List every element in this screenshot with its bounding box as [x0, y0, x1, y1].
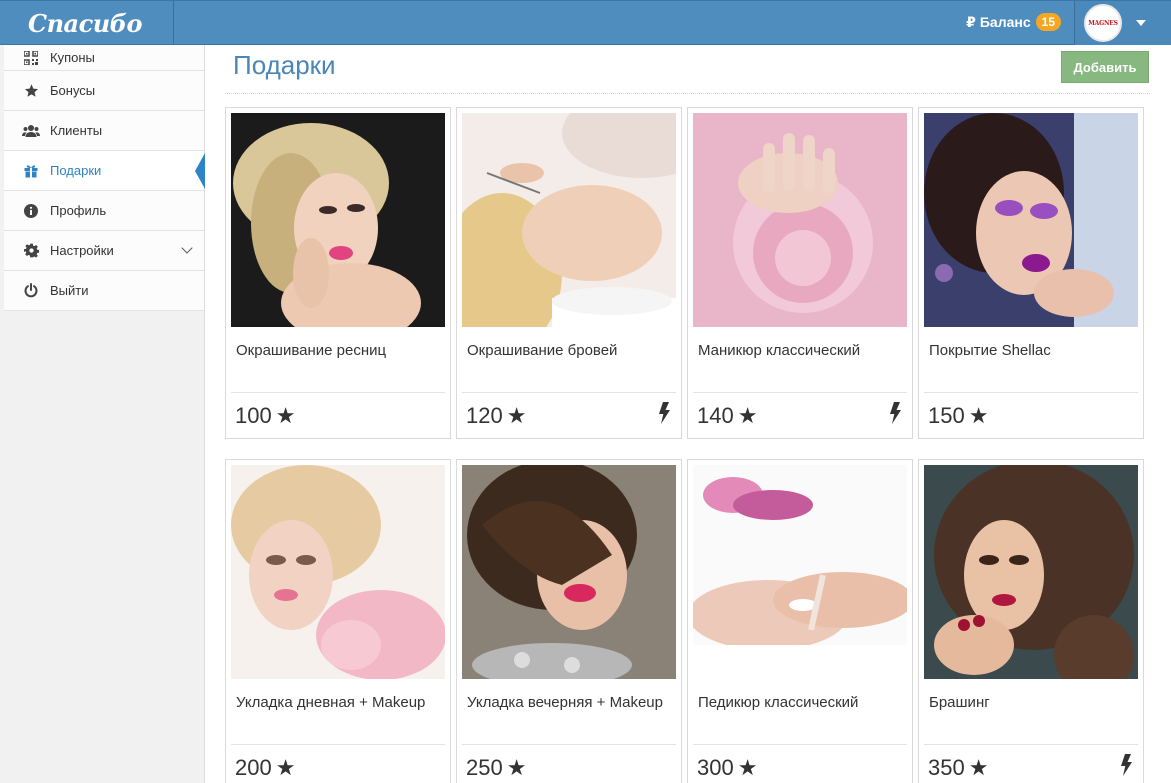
brand-name: Спасибо	[28, 8, 143, 38]
star-icon: ★	[506, 403, 527, 428]
gift-name: Укладка вечерняя + Makeup	[467, 694, 663, 711]
sidebar-item-label: Подарки	[50, 163, 102, 178]
gift-price: 350 ★	[928, 755, 988, 781]
gift-card[interactable]: Укладка дневная + Makeup 200 ★	[225, 459, 451, 783]
gift-photo	[693, 113, 907, 327]
gift-points: 350	[928, 755, 965, 780]
gift-photo	[462, 465, 676, 679]
user-menu-toggle[interactable]: MAGNES	[1074, 1, 1171, 45]
power-icon	[22, 283, 40, 298]
balance-indicator[interactable]: ₽ Баланс 15	[966, 13, 1061, 31]
sidebar-item-bonuses[interactable]: Бонусы	[4, 71, 204, 111]
star-icon: ★	[275, 755, 296, 780]
sidebar-item-label: Клиенты	[50, 123, 103, 138]
avatar-logo-text: MAGNES	[1088, 19, 1118, 27]
gift-points: 250	[466, 755, 503, 780]
star-icon: ★	[275, 403, 296, 428]
gift-price: 140 ★	[697, 403, 757, 429]
sidebar-item-label: Настройки	[50, 243, 114, 258]
sidebar-item-clients[interactable]: Клиенты	[4, 111, 204, 151]
avatar[interactable]: MAGNES	[1084, 4, 1122, 42]
star-icon	[22, 83, 40, 98]
gift-photo	[231, 465, 445, 679]
brand-logo[interactable]: Спасибо	[0, 1, 174, 45]
gift-photo	[924, 113, 1138, 327]
gift-card[interactable]: Покрытие Shellac 150 ★	[918, 107, 1144, 439]
gift-points: 150	[928, 403, 965, 428]
gift-photo	[924, 465, 1138, 679]
balance-badge: 15	[1035, 13, 1061, 31]
gift-price: 100 ★	[235, 403, 295, 429]
sidebar-item-label: Бонусы	[50, 83, 96, 98]
gift-points: 140	[697, 403, 734, 428]
gift-card[interactable]: Укладка вечерняя + Makeup 250 ★	[456, 459, 682, 783]
gift-card[interactable]: Окрашивание бровей 120 ★	[456, 107, 682, 439]
gift-price: 150 ★	[928, 403, 988, 429]
gift-card[interactable]: Маникюр классический 140 ★	[687, 107, 913, 439]
divider	[693, 392, 907, 393]
sidebar-item-label: Выйти	[50, 283, 89, 298]
main-content: Подарки Добавить Окрашивание ресниц 100 …	[205, 45, 1171, 783]
sidebar-item-label: Купоны	[50, 50, 95, 65]
divider	[462, 744, 676, 745]
balance-label: Баланс	[979, 14, 1031, 30]
divider	[231, 744, 445, 745]
ruble-icon: ₽	[966, 13, 976, 30]
sidebar-item-coupons[interactable]: Купоны	[4, 45, 204, 71]
page-title: Подарки	[233, 50, 336, 80]
bolt-icon	[1120, 754, 1133, 781]
sidebar-item-logout[interactable]: Выйти	[4, 271, 204, 311]
users-icon	[22, 124, 40, 138]
gift-card[interactable]: Брашинг 350 ★	[918, 459, 1144, 783]
gift-points: 200	[235, 755, 272, 780]
sidebar-item-gifts[interactable]: Подарки	[4, 151, 205, 191]
gift-name: Брашинг	[929, 694, 990, 711]
gift-price: 120 ★	[466, 403, 526, 429]
bolt-icon	[658, 402, 671, 429]
gift-name: Педикюр классический	[698, 694, 859, 711]
gift-name: Маникюр классический	[698, 342, 861, 359]
gift-photo	[693, 465, 907, 679]
gift-name: Окрашивание бровей	[467, 342, 618, 359]
divider	[693, 744, 907, 745]
star-icon: ★	[968, 403, 989, 428]
gift-price: 300 ★	[697, 755, 757, 781]
gift-price: 250 ★	[466, 755, 526, 781]
gift-card[interactable]: Окрашивание ресниц 100 ★	[225, 107, 451, 439]
sidebar-item-settings[interactable]: Настройки	[4, 231, 204, 271]
star-icon: ★	[737, 755, 758, 780]
top-navbar: Спасибо ₽ Баланс 15 MAGNES	[0, 0, 1171, 45]
bolt-icon	[889, 402, 902, 429]
sidebar-item-label: Профиль	[50, 203, 107, 218]
chevron-down-icon[interactable]	[1136, 20, 1146, 26]
star-icon: ★	[737, 403, 758, 428]
gift-points: 300	[697, 755, 734, 780]
gift-photo	[462, 113, 676, 327]
star-icon: ★	[506, 755, 527, 780]
qr-code-icon	[22, 50, 40, 65]
chevron-down-icon[interactable]	[181, 242, 193, 254]
divider	[462, 392, 676, 393]
gift-icon	[22, 164, 40, 178]
gift-name: Окрашивание ресниц	[236, 342, 387, 359]
gift-photo	[231, 113, 445, 327]
gift-name: Укладка дневная + Makeup	[236, 694, 426, 711]
sidebar-menu: Купоны Бонусы Клиенты Подарки Профиль На…	[0, 45, 205, 311]
gear-icon	[22, 243, 40, 258]
gift-points: 100	[235, 403, 272, 428]
add-button[interactable]: Добавить	[1061, 51, 1149, 83]
gift-name: Покрытие Shellac	[929, 342, 1051, 359]
title-divider	[225, 93, 1150, 94]
sidebar: Купоны Бонусы Клиенты Подарки Профиль На…	[0, 45, 205, 783]
gift-points: 120	[466, 403, 503, 428]
sidebar-item-profile[interactable]: Профиль	[4, 191, 204, 231]
gift-card[interactable]: Педикюр классический 300 ★	[687, 459, 913, 783]
gift-price: 200 ★	[235, 755, 295, 781]
divider	[924, 392, 1138, 393]
divider	[924, 744, 1138, 745]
divider	[231, 392, 445, 393]
info-icon	[22, 203, 40, 218]
star-icon: ★	[968, 755, 989, 780]
